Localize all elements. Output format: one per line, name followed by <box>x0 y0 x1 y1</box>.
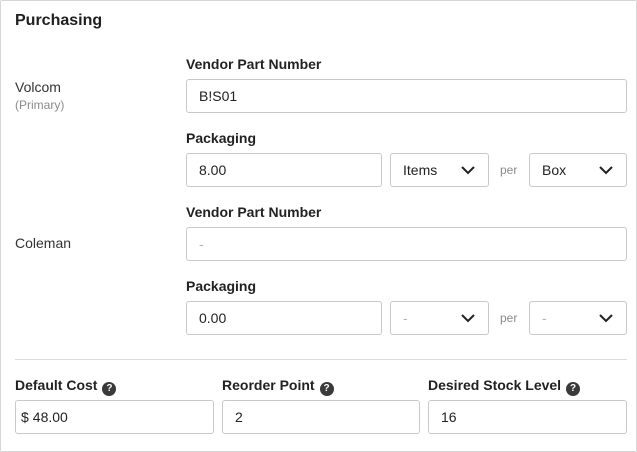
vendor-part-number-input[interactable]: B!S01 <box>186 79 627 113</box>
default-cost-label: Default Cost? <box>15 377 117 396</box>
reorder-point-label-text: Reorder Point <box>222 377 315 393</box>
default-cost-input[interactable]: $ 48.00 <box>15 400 214 434</box>
vendor-name-coleman: Coleman <box>15 235 72 251</box>
vendor-part-number-input[interactable]: - <box>186 227 627 261</box>
chevron-down-icon <box>599 314 613 323</box>
desired-stock-level-label-text: Desired Stock Level <box>428 377 562 393</box>
packaging-label: Packaging <box>186 278 257 294</box>
purchasing-panel: Purchasing Volcom (Primary) Vendor Part … <box>0 0 637 452</box>
per-label: per <box>500 311 518 325</box>
packaging-qty-value: 8.00 <box>199 162 227 178</box>
packaging-container-select[interactable]: - <box>529 301 627 335</box>
section-title: Purchasing <box>15 12 103 29</box>
section-divider <box>15 359 627 360</box>
packaging-unit-select[interactable]: - <box>390 301 489 335</box>
packaging-container-value: - <box>542 310 547 326</box>
chevron-down-icon <box>599 166 613 175</box>
question-circle-icon[interactable]: ? <box>566 382 581 396</box>
default-cost-value: 48.00 <box>32 409 68 425</box>
question-circle-icon[interactable]: ? <box>319 382 334 396</box>
chevron-down-icon <box>461 314 475 323</box>
chevron-down-icon <box>461 166 475 175</box>
vendor-part-number-label: Vendor Part Number <box>186 56 322 72</box>
question-circle-icon[interactable]: ? <box>102 382 117 396</box>
per-label: per <box>500 163 518 177</box>
packaging-container-value: Box <box>542 162 567 178</box>
packaging-container-select[interactable]: Box <box>529 153 627 187</box>
packaging-qty-input[interactable]: 8.00 <box>186 153 382 187</box>
reorder-point-value: 2 <box>235 409 243 425</box>
packaging-label: Packaging <box>186 130 257 146</box>
vendor-part-number-label: Vendor Part Number <box>186 204 322 220</box>
default-cost-label-text: Default Cost <box>15 377 98 393</box>
packaging-qty-input[interactable]: 0.00 <box>186 301 382 335</box>
packaging-unit-value: - <box>403 310 408 326</box>
packaging-unit-value: Items <box>403 162 438 178</box>
vendor-primary-tag: (Primary) <box>15 98 65 112</box>
vendor-name-volcom: Volcom <box>15 79 61 95</box>
vendor-part-number-value: B!S01 <box>199 88 238 104</box>
currency-prefix: $ <box>21 409 29 425</box>
desired-stock-level-input[interactable]: 16 <box>428 400 627 434</box>
packaging-unit-select[interactable]: Items <box>390 153 489 187</box>
packaging-qty-value: 0.00 <box>199 310 227 326</box>
vendor-part-number-value: - <box>199 236 204 252</box>
reorder-point-label: Reorder Point? <box>222 377 334 396</box>
desired-stock-level-value: 16 <box>441 409 457 425</box>
reorder-point-input[interactable]: 2 <box>222 400 420 434</box>
desired-stock-level-label: Desired Stock Level? <box>428 377 581 396</box>
